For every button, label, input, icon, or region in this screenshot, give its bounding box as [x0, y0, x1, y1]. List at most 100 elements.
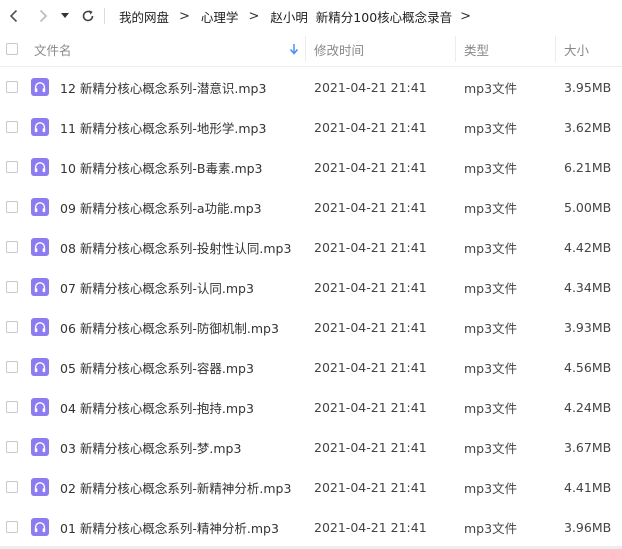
- file-size: 5.00MB: [564, 199, 612, 215]
- column-divider[interactable]: [305, 36, 306, 62]
- file-row[interactable]: 07 新精分核心概念系列-认同.mp3 2021-04-21 21:41 mp3文件…: [0, 267, 622, 307]
- file-size: 4.34MB: [564, 279, 612, 295]
- column-header-size[interactable]: 大小: [564, 32, 589, 66]
- file-name[interactable]: 02 新精分核心概念系列-新精神分析.mp3: [60, 467, 291, 507]
- audio-file-icon: [31, 238, 49, 256]
- forward-button[interactable]: [33, 6, 53, 26]
- file-row[interactable]: 03 新精分核心概念系列-梦.mp3 2021-04-21 21:41 mp3文件 3…: [0, 427, 622, 467]
- file-row[interactable]: 08 新精分核心概念系列-投射性认同.mp3 2021-04-21 21:41 mp…: [0, 227, 622, 267]
- file-name[interactable]: 08 新精分核心概念系列-投射性认同.mp3: [60, 227, 291, 267]
- toolbar-divider: [104, 8, 105, 24]
- file-size: 4.24MB: [564, 399, 612, 415]
- file-type: mp3文件: [464, 200, 518, 216]
- row-checkbox[interactable]: [6, 241, 18, 253]
- file-modified-time: 2021-04-21 21:41: [314, 479, 427, 495]
- file-name[interactable]: 01 新精分核心概念系列-精神分析.mp3: [60, 507, 279, 547]
- column-header-type[interactable]: 类型: [464, 32, 489, 66]
- file-size: 3.67MB: [564, 439, 612, 455]
- file-type: mp3文件: [464, 160, 518, 176]
- file-modified-time: 2021-04-21 21:41: [314, 439, 427, 455]
- breadcrumb-item-psychology[interactable]: 心理学: [201, 7, 239, 26]
- select-all-checkbox-cell[interactable]: [6, 32, 18, 66]
- file-row[interactable]: 05 新精分核心概念系列-容器.mp3 2021-04-21 21:41 mp3文件…: [0, 347, 622, 387]
- audio-file-icon: [31, 358, 49, 376]
- audio-file-icon: [31, 518, 49, 536]
- file-type: mp3文件: [464, 360, 518, 376]
- file-modified-time: 2021-04-21 21:41: [314, 159, 427, 175]
- toolbar: 我的网盘 > 心理学 > 赵小明 新精分100核心概念录音 >: [0, 0, 622, 32]
- caret-down-icon: [61, 13, 69, 18]
- breadcrumb-item-current-folder[interactable]: 赵小明 新精分100核心概念录音: [270, 7, 452, 26]
- file-size: 4.42MB: [564, 239, 612, 255]
- row-checkbox[interactable]: [6, 401, 18, 413]
- file-name[interactable]: 06 新精分核心概念系列-防御机制.mp3: [60, 307, 279, 347]
- breadcrumb: 我的网盘 > 心理学 > 赵小明 新精分100核心概念录音 >: [119, 0, 482, 32]
- file-row[interactable]: 10 新精分核心概念系列-B毒素.mp3 2021-04-21 21:41 mp3文…: [0, 147, 622, 187]
- row-checkbox[interactable]: [6, 281, 18, 293]
- file-modified-time: 2021-04-21 21:41: [314, 399, 427, 415]
- file-name[interactable]: 07 新精分核心概念系列-认同.mp3: [60, 267, 254, 307]
- file-type: mp3文件: [464, 240, 518, 256]
- row-checkbox[interactable]: [6, 521, 18, 533]
- file-name[interactable]: 03 新精分核心概念系列-梦.mp3: [60, 427, 241, 467]
- row-checkbox[interactable]: [6, 361, 18, 373]
- file-row[interactable]: 01 新精分核心概念系列-精神分析.mp3 2021-04-21 21:41 mp3…: [0, 507, 622, 547]
- file-type: mp3文件: [464, 120, 518, 136]
- file-row[interactable]: 09 新精分核心概念系列-a功能.mp3 2021-04-21 21:41 mp3文…: [0, 187, 622, 227]
- refresh-button[interactable]: [78, 6, 98, 26]
- column-header-name[interactable]: 文件名: [34, 32, 72, 66]
- column-divider[interactable]: [555, 36, 556, 62]
- audio-file-icon: [31, 78, 49, 96]
- file-row[interactable]: 11 新精分核心概念系列-地形学.mp3 2021-04-21 21:41 mp3文…: [0, 107, 622, 147]
- file-size: 6.21MB: [564, 159, 612, 175]
- file-name[interactable]: 05 新精分核心概念系列-容器.mp3: [60, 347, 254, 387]
- row-checkbox[interactable]: [6, 481, 18, 493]
- file-modified-time: 2021-04-21 21:41: [314, 519, 427, 535]
- file-name[interactable]: 11 新精分核心概念系列-地形学.mp3: [60, 107, 266, 147]
- row-checkbox[interactable]: [6, 161, 18, 173]
- file-modified-time: 2021-04-21 21:41: [314, 279, 427, 295]
- audio-file-icon: [31, 438, 49, 456]
- audio-file-icon: [31, 158, 49, 176]
- file-size: 4.56MB: [564, 359, 612, 375]
- row-checkbox[interactable]: [6, 121, 18, 133]
- sort-descending-icon[interactable]: [289, 43, 299, 55]
- select-all-checkbox[interactable]: [6, 43, 18, 55]
- file-size: 3.96MB: [564, 519, 612, 535]
- file-name[interactable]: 10 新精分核心概念系列-B毒素.mp3: [60, 147, 263, 187]
- row-checkbox[interactable]: [6, 321, 18, 333]
- audio-file-icon: [31, 318, 49, 336]
- file-size: 3.62MB: [564, 119, 612, 135]
- audio-file-icon: [31, 198, 49, 216]
- file-name[interactable]: 09 新精分核心概念系列-a功能.mp3: [60, 187, 262, 227]
- file-row[interactable]: 12 新精分核心概念系列-潜意识.mp3 2021-04-21 21:41 mp3文…: [0, 67, 622, 107]
- file-type: mp3文件: [464, 520, 518, 536]
- chevron-left-icon: [9, 9, 18, 23]
- audio-file-icon: [31, 398, 49, 416]
- history-dropdown-button[interactable]: [58, 6, 72, 26]
- file-size: 3.93MB: [564, 319, 612, 335]
- breadcrumb-separator: >: [248, 8, 260, 24]
- file-name[interactable]: 12 新精分核心概念系列-潜意识.mp3: [60, 67, 266, 107]
- file-row[interactable]: 02 新精分核心概念系列-新精神分析.mp3 2021-04-21 21:41 mp…: [0, 467, 622, 507]
- column-header-modified[interactable]: 修改时间: [314, 32, 364, 66]
- file-row[interactable]: 04 新精分核心概念系列-抱持.mp3 2021-04-21 21:41 mp3文件…: [0, 387, 622, 427]
- column-divider[interactable]: [455, 36, 456, 62]
- refresh-icon: [82, 10, 94, 22]
- row-checkbox[interactable]: [6, 81, 18, 93]
- row-checkbox[interactable]: [6, 201, 18, 213]
- row-checkbox[interactable]: [6, 441, 18, 453]
- back-button[interactable]: [4, 6, 24, 26]
- file-modified-time: 2021-04-21 21:41: [314, 79, 427, 95]
- file-name[interactable]: 04 新精分核心概念系列-抱持.mp3: [60, 387, 254, 427]
- file-size: 3.95MB: [564, 79, 612, 95]
- file-modified-time: 2021-04-21 21:41: [314, 239, 427, 255]
- file-type: mp3文件: [464, 400, 518, 416]
- breadcrumb-item-my-drive[interactable]: 我的网盘: [119, 7, 169, 26]
- file-modified-time: 2021-04-21 21:41: [314, 319, 427, 335]
- audio-file-icon: [31, 478, 49, 496]
- file-row[interactable]: 06 新精分核心概念系列-防御机制.mp3 2021-04-21 21:41 mp3…: [0, 307, 622, 347]
- file-size: 4.41MB: [564, 479, 612, 495]
- file-type: mp3文件: [464, 320, 518, 336]
- breadcrumb-separator: >: [460, 8, 472, 24]
